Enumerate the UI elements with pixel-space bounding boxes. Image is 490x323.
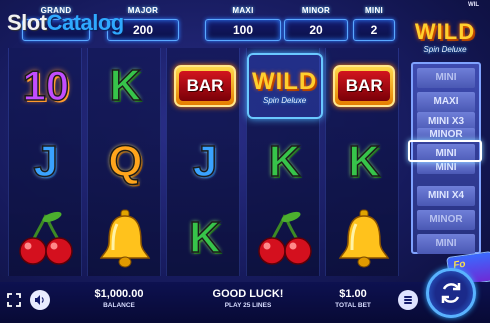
spin-button[interactable] <box>426 268 476 318</box>
reel-cell: K <box>245 124 325 200</box>
symbol-j: J <box>33 137 59 186</box>
symbol-bar: BAR <box>173 65 236 107</box>
symbol-wild-subtitle: Spin Deluxe <box>263 95 307 105</box>
reel-cell: K <box>86 48 166 124</box>
jackpot-minor-label: MINOR <box>301 6 331 15</box>
reel-cell <box>86 200 166 276</box>
bet-display: $1.00 TOTAL BET <box>326 288 380 309</box>
wheel-item: MINI X4 <box>417 186 475 206</box>
watermark-part1: Slot <box>7 10 47 35</box>
message-text: GOOD LUCK! <box>212 288 284 300</box>
jackpot-mini-label: MINI <box>364 6 384 15</box>
symbol-wild: WILD Spin Deluxe <box>246 53 323 119</box>
reel-cell: Q <box>86 124 166 200</box>
fullscreen-icon <box>7 293 21 307</box>
jackpot-maxi-value: 100 <box>205 19 281 41</box>
reel-cell <box>6 200 86 276</box>
reel-cell: J <box>6 124 86 200</box>
side-top-text: WIL <box>468 2 479 8</box>
symbol-k: K <box>188 213 221 262</box>
wheel-item: MINOR <box>417 210 475 230</box>
bet-value: $1.00 <box>339 288 367 300</box>
reel-cell: K <box>165 200 245 276</box>
bet-label: TOTAL BET <box>335 302 371 309</box>
reel-cell <box>324 200 404 276</box>
symbol-bar-text: BAR <box>338 71 391 101</box>
wheel-item: MINI <box>417 234 475 254</box>
symbol-bar: BAR <box>333 65 396 107</box>
cherries-icon <box>257 211 312 265</box>
reel-grid: 10 K BAR WILD Spin Deluxe BAR J Q J K K <box>6 48 404 276</box>
game-logo-word: WILD <box>414 18 476 44</box>
control-bar: $1,000.00 BALANCE GOOD LUCK! PLAY 25 LIN… <box>0 282 490 323</box>
fullscreen-button[interactable] <box>4 290 24 310</box>
watermark: SlotCatalog <box>7 10 124 36</box>
reel-cell: BAR <box>165 48 245 124</box>
jackpot-minor: MINOR 20 <box>284 6 348 42</box>
bell-icon <box>100 209 151 268</box>
spin-arrows-icon <box>441 283 461 303</box>
cherries-icon <box>19 211 73 265</box>
jackpot-minor-value: 20 <box>284 19 348 41</box>
symbol-ten: 10 <box>22 62 70 109</box>
message-display: GOOD LUCK! PLAY 25 LINES <box>200 288 296 309</box>
reel-cell: BAR <box>324 48 404 124</box>
wheel-item: MAXI <box>417 92 475 112</box>
symbol-bar-text: BAR <box>178 71 231 101</box>
game-logo: WILD Spin Deluxe <box>408 12 482 60</box>
symbol-j: J <box>192 137 218 186</box>
reel-cell: 10 <box>6 48 86 124</box>
reel-cell: K <box>324 124 404 200</box>
game-logo-subtitle: Spin Deluxe <box>423 44 467 54</box>
symbol-k: K <box>109 61 142 110</box>
watermark-part2: Catalog <box>46 10 125 35</box>
bell-icon <box>338 209 390 268</box>
jackpot-maxi-label: MAXI <box>232 6 254 15</box>
lines-text: PLAY 25 LINES <box>224 302 272 309</box>
jackpot-mini: MINI 2 <box>353 6 395 42</box>
symbol-q: Q <box>108 137 144 186</box>
wheel-item: MINI <box>417 68 475 88</box>
balance-value: $1,000.00 <box>94 288 144 300</box>
reel-cell <box>245 200 325 276</box>
symbol-wild-text: WILD <box>251 67 318 95</box>
jackpot-wheel-panel: WILD Spin Deluxe MINI MAXI MINI X3 MINOR… <box>408 12 490 288</box>
sound-button[interactable] <box>30 290 50 310</box>
reel-cell: WILD Spin Deluxe <box>245 48 325 124</box>
speaker-icon <box>35 295 44 305</box>
wheel-selector <box>408 140 482 162</box>
balance-label: BALANCE <box>103 302 135 309</box>
symbol-k: K <box>268 137 301 186</box>
wheel-item: MINI <box>417 162 475 174</box>
jackpot-mini-value: 2 <box>353 19 395 41</box>
jackpot-maxi: MAXI 100 <box>205 6 281 42</box>
balance-display: $1,000.00 BALANCE <box>88 288 150 309</box>
coin-stack-icon <box>404 296 412 304</box>
symbol-k: K <box>348 137 381 186</box>
bet-settings-button[interactable] <box>398 290 418 310</box>
reel-cell: J <box>165 124 245 200</box>
